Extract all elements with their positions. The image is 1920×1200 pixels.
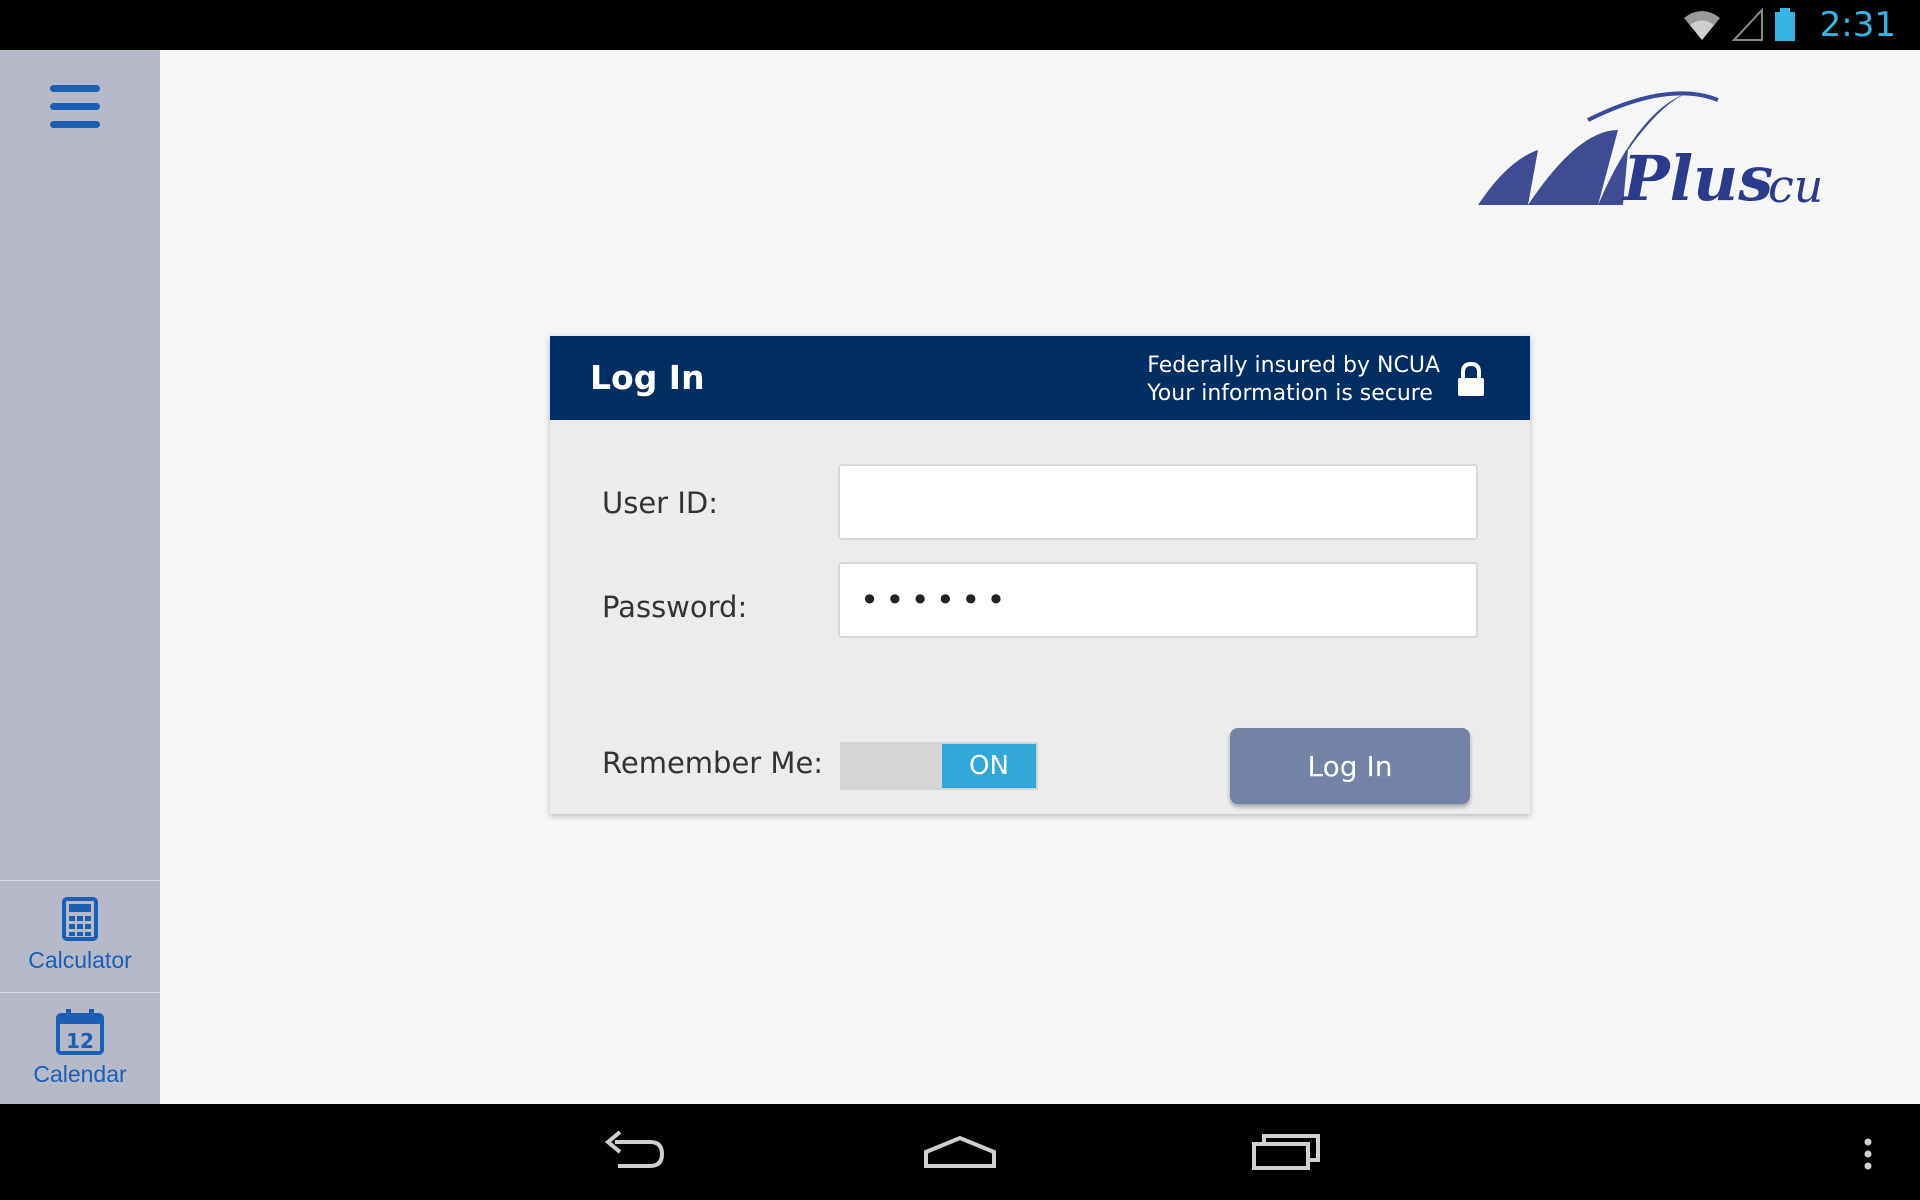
calculator-icon: [62, 897, 98, 941]
battery-icon: [1774, 8, 1795, 41]
brand-logo: Plus cu: [1478, 90, 1823, 215]
security-notice: Federally insured by NCUA Your informati…: [1147, 352, 1440, 408]
overflow-menu-icon[interactable]: [1856, 1122, 1880, 1182]
security-line-2: Your information is secure: [1147, 381, 1433, 406]
security-line-1: Federally insured by NCUA: [1147, 353, 1440, 378]
status-icons: 2:31: [1682, 0, 1896, 50]
back-icon[interactable]: [600, 1122, 670, 1182]
hamburger-menu-icon[interactable]: [50, 85, 110, 135]
login-button[interactable]: Log In: [1230, 728, 1470, 804]
login-card: Log In Federally insured by NCUA Your in…: [550, 336, 1530, 814]
login-title: Log In: [590, 358, 705, 397]
sidebar-item-calendar[interactable]: 12 Calendar: [0, 992, 160, 1103]
sidebar-item-calculator[interactable]: Calculator: [0, 880, 160, 991]
status-time: 2:31: [1819, 5, 1896, 45]
sidebar-item-label: Calculator: [28, 947, 132, 973]
home-icon[interactable]: [922, 1122, 998, 1182]
toggle-state: ON: [942, 744, 1036, 788]
lock-icon: [1458, 362, 1484, 396]
svg-text:cu: cu: [1768, 159, 1823, 213]
user-id-input[interactable]: [838, 464, 1478, 540]
sidebar-item-label: Calendar: [33, 1061, 127, 1087]
password-label: Password:: [602, 590, 748, 624]
user-id-label: User ID:: [602, 486, 718, 520]
cell-signal-icon: [1731, 8, 1763, 41]
svg-text:Plus: Plus: [1621, 142, 1773, 215]
wifi-icon: [1683, 11, 1720, 40]
remember-me-toggle[interactable]: ON: [840, 742, 1038, 790]
calendar-icon-text: 12: [66, 1029, 94, 1053]
recent-apps-icon[interactable]: [1250, 1122, 1322, 1182]
navigation-bar: [0, 1104, 1920, 1200]
status-bar: 2:31: [0, 0, 1920, 50]
login-header: Log In Federally insured by NCUA Your in…: [550, 336, 1530, 420]
remember-me-label: Remember Me:: [602, 746, 824, 780]
main-content: Plus cu Log In Federally insured by NCUA…: [160, 50, 1920, 1104]
calendar-icon: 12: [56, 1009, 104, 1055]
sidebar: Calculator 12 Calendar: [0, 50, 160, 1104]
password-input[interactable]: [838, 562, 1478, 638]
